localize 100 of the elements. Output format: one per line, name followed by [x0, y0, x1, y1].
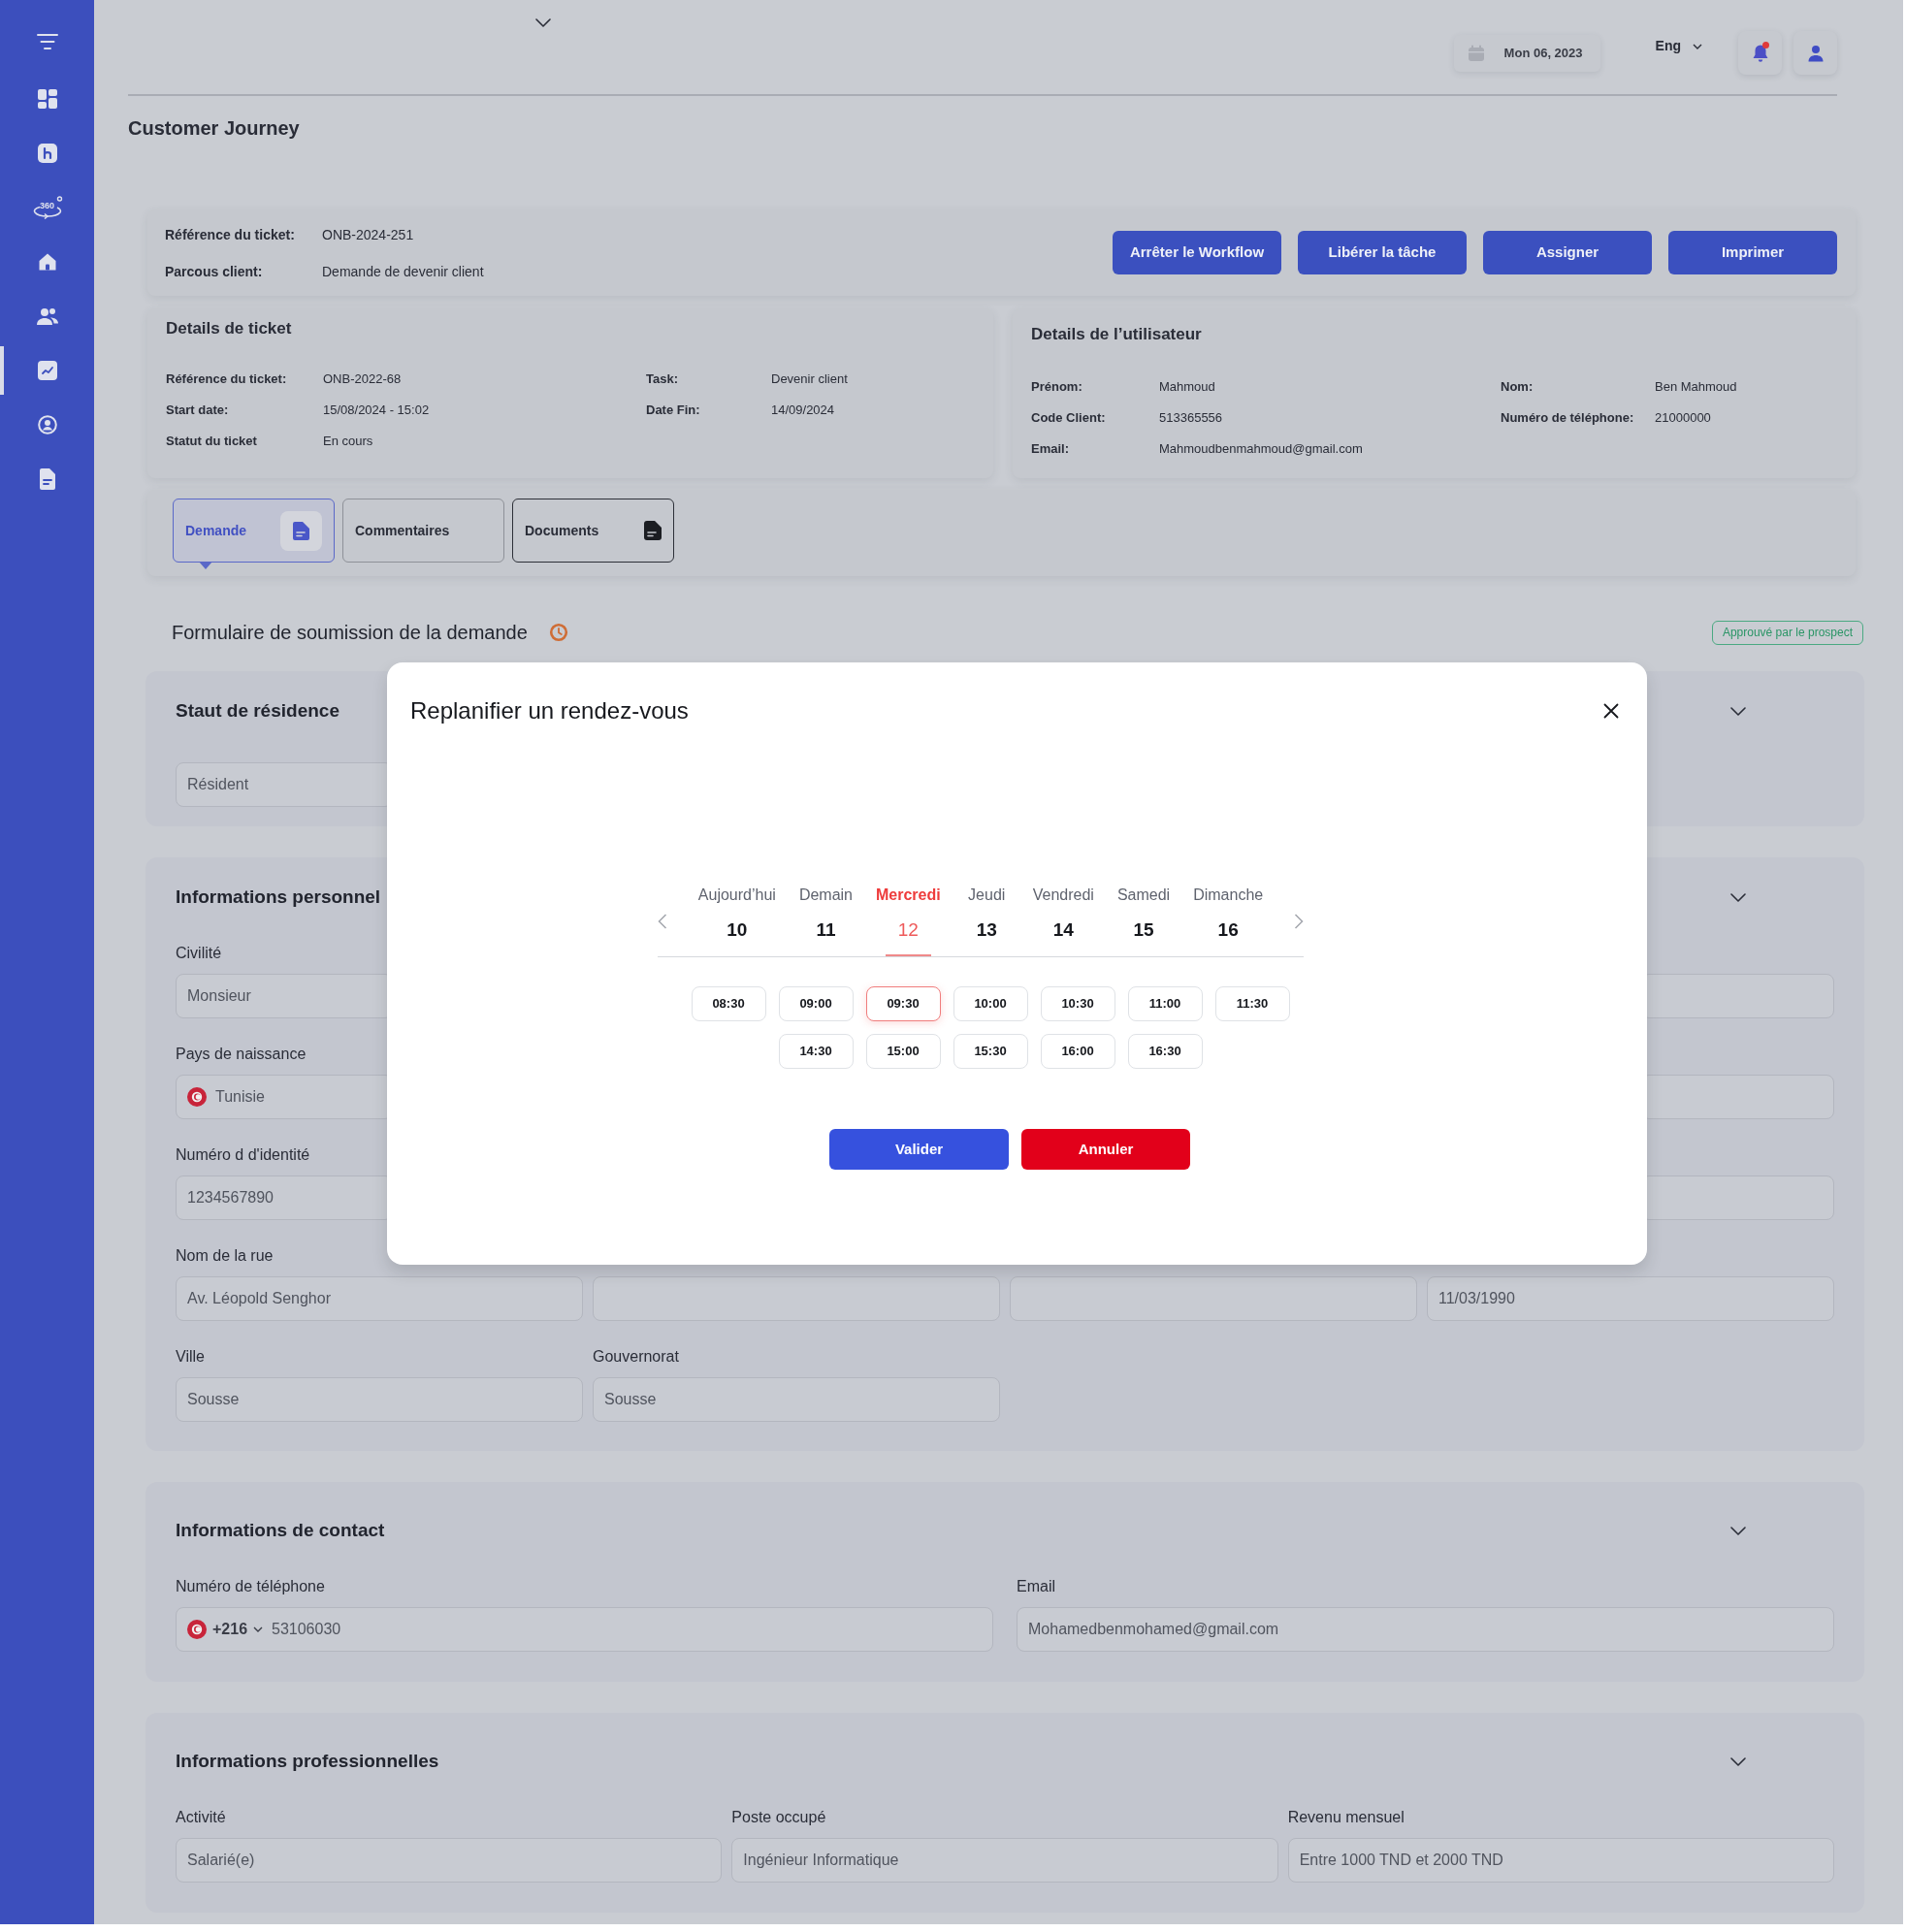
chevron-down-icon[interactable]: [1730, 1526, 1746, 1535]
text-field[interactable]: Sousse: [593, 1377, 1000, 1422]
country-code-button[interactable]: +216: [212, 1619, 264, 1640]
detail-label: Prénom:: [1031, 378, 1083, 396]
field-label: Ville: [176, 1347, 206, 1367]
chevron-down-icon[interactable]: [535, 18, 551, 27]
day-tab[interactable]: Dimanche 16: [1193, 886, 1264, 956]
page-title: Customer Journey: [128, 116, 301, 140]
caret-icon: [1693, 43, 1702, 49]
language-selector[interactable]: Eng: [1655, 36, 1702, 56]
text-field[interactable]: Ingénieur Informatique: [731, 1838, 1278, 1883]
field-label: Numéro de téléphone: [176, 1577, 326, 1596]
detail-value: 14/09/2024: [771, 402, 836, 419]
users-icon: [36, 306, 58, 326]
chevron-down-icon[interactable]: [1730, 1756, 1746, 1766]
clock-icon: [548, 623, 568, 642]
text-field[interactable]: Mohamedbenmohamed@gmail.com: [1017, 1607, 1834, 1652]
detail-value: En cours: [323, 433, 374, 450]
document-icon: [37, 468, 57, 490]
detail-label: Statut du ticket: [166, 433, 258, 450]
bell-icon: [1751, 43, 1769, 63]
chart-icon: [37, 361, 57, 380]
cancel-button[interactable]: Annuler: [1021, 1129, 1190, 1170]
action-button[interactable]: Arrêter le Workflow: [1113, 231, 1281, 274]
field-label: Poste occupé: [731, 1808, 827, 1827]
time-slot[interactable]: 10:30: [1040, 986, 1115, 1021]
detail-label: Référence du ticket:: [166, 370, 288, 388]
sidebar-item[interactable]: 360: [0, 183, 94, 232]
text-field[interactable]: 11/03/1990: [1427, 1276, 1834, 1321]
time-slot[interactable]: 11:00: [1127, 986, 1203, 1021]
calendar-icon: [1467, 45, 1485, 62]
flag-icon: [187, 1620, 207, 1639]
day-tab[interactable]: Vendredi 14: [1032, 886, 1094, 956]
orbit-arrow-icon: [31, 196, 63, 219]
text-field[interactable]: Salarié(e): [176, 1838, 723, 1883]
day-tab[interactable]: Samedi 15: [1116, 886, 1171, 956]
action-button[interactable]: Libérer la tâche: [1298, 231, 1467, 274]
section-title: Informations personnel: [176, 886, 381, 909]
grid-icon: [37, 89, 57, 109]
confirm-button[interactable]: Valider: [829, 1129, 1009, 1170]
detail-value: ONB-2022-68: [323, 370, 403, 388]
field-label: Gouvernorat: [593, 1347, 680, 1367]
chevron-down-icon[interactable]: [1730, 892, 1746, 902]
detail-value: Devenir client: [771, 370, 849, 388]
day-tab[interactable]: Jeudi 13: [963, 886, 1010, 956]
action-button[interactable]: Assigner: [1483, 231, 1652, 274]
field-label: Activité: [176, 1808, 227, 1827]
menu-icon[interactable]: [36, 33, 58, 50]
field-label: Nom de la rue: [176, 1246, 275, 1266]
chevron-down-icon[interactable]: [1730, 706, 1746, 716]
detail-value: 21000000: [1655, 409, 1712, 427]
field-label: Civilité: [176, 944, 223, 963]
field-label: Email: [1017, 1577, 1056, 1596]
time-slot[interactable]: 09:30: [865, 986, 941, 1021]
detail-value: 513365556: [1159, 409, 1224, 427]
day-tab[interactable]: Aujourd’hui 10: [697, 886, 776, 956]
detail-label: Nom:: [1501, 378, 1534, 396]
detail-label: Email:: [1031, 440, 1070, 458]
date-text: Mon 06, 2023: [1503, 45, 1583, 63]
time-slot[interactable]: 14:30: [778, 1034, 854, 1069]
detail-value: Mahmoudbenmahmoud@gmail.com: [1159, 440, 1364, 458]
info-label: Parcous client:: [165, 262, 264, 280]
card-title: Details de ticket: [166, 318, 293, 339]
document-icon: [644, 521, 662, 540]
time-slot[interactable]: 16:30: [1127, 1034, 1203, 1069]
section-title: Staut de résidence: [176, 699, 339, 723]
user-icon: [1807, 44, 1824, 62]
text-field[interactable]: Entre 1000 TND et 2000 TND: [1287, 1838, 1834, 1883]
caret-icon: [253, 1626, 264, 1632]
action-button[interactable]: Imprimer: [1668, 231, 1837, 274]
text-field[interactable]: [1010, 1276, 1417, 1321]
time-slot[interactable]: 15:00: [865, 1034, 941, 1069]
dialog-title: Replanifier un rendez-vous: [410, 696, 689, 724]
tab[interactable]: Documents: [512, 499, 674, 563]
notification-button[interactable]: [1738, 31, 1782, 75]
time-slot[interactable]: 16:00: [1040, 1034, 1115, 1069]
profile-button[interactable]: [1793, 31, 1837, 75]
text-field[interactable]: Av. Léopold Senghor: [176, 1276, 583, 1321]
field-label: Revenu mensuel: [1287, 1808, 1405, 1827]
detail-value: Mahmoud: [1159, 378, 1216, 396]
day-tab[interactable]: Mercredi 12: [876, 886, 941, 956]
time-slot[interactable]: 15:30: [953, 1034, 1028, 1069]
time-slot[interactable]: 10:00: [953, 986, 1028, 1021]
detail-label: Date Fin:: [646, 402, 701, 419]
time-slot[interactable]: 09:00: [778, 986, 854, 1021]
day-tab[interactable]: Demain 11: [798, 886, 853, 956]
info-value: ONB-2024-251: [322, 225, 415, 243]
form-title: Formulaire de soumission de la demande: [172, 621, 528, 645]
tab[interactable]: Commentaires: [342, 499, 504, 563]
text-field[interactable]: [593, 1276, 1000, 1321]
document-icon: [280, 510, 322, 551]
status-badge: Approuvé par le prospect: [1711, 620, 1863, 645]
time-slot[interactable]: 08:30: [691, 986, 766, 1021]
detail-label: Start date:: [166, 402, 230, 419]
info-value: Demande de devenir client: [322, 262, 484, 280]
flag-icon: [187, 1087, 207, 1107]
text-field[interactable]: Sousse: [176, 1377, 583, 1422]
close-icon[interactable]: [1603, 702, 1619, 719]
time-slot[interactable]: 11:30: [1214, 986, 1290, 1021]
user-circle-icon: [37, 415, 57, 435]
